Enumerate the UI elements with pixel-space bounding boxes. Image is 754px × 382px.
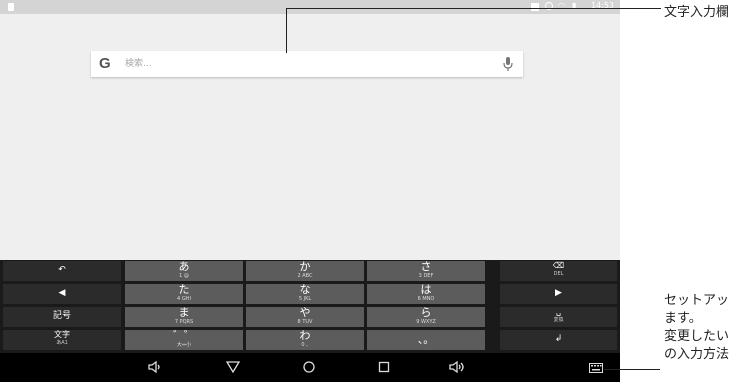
delete-key[interactable]: ⌫ DEL bbox=[500, 261, 617, 281]
keyboard-row: ◀ た 4 GHI な 5 JKL は 6 MNO ▶ bbox=[0, 283, 620, 305]
search-input[interactable] bbox=[125, 56, 465, 72]
space-icon: ␣ bbox=[555, 307, 562, 316]
callout-label-input-field: 文字入力欄 bbox=[664, 5, 730, 20]
key-ya[interactable]: や 8 TUV bbox=[246, 307, 364, 327]
callout-line bbox=[604, 369, 660, 370]
input-mode-key[interactable]: 文字 あA1 bbox=[3, 330, 121, 350]
key-a[interactable]: あ 1 @ bbox=[125, 261, 243, 281]
notification-icon bbox=[531, 3, 539, 11]
keyboard-icon[interactable] bbox=[589, 363, 603, 373]
back-icon[interactable] bbox=[226, 360, 240, 374]
status-bar: ◠ ▮ 14:53 bbox=[0, 0, 620, 14]
tablet-screen: ◠ ▮ 14:53 G ↶ あ 1 @ か 2 ABC bbox=[0, 0, 620, 382]
google-logo: G bbox=[99, 55, 111, 72]
key-ma[interactable]: ま 7 PQRS bbox=[125, 307, 243, 327]
cursor-right-icon: ▶ bbox=[555, 288, 562, 298]
navigation-bar bbox=[0, 353, 620, 382]
callout-line bbox=[286, 8, 287, 53]
symbol-key[interactable]: 記号 bbox=[3, 307, 121, 327]
recents-icon[interactable] bbox=[377, 360, 391, 374]
volume-up-icon[interactable] bbox=[448, 360, 466, 374]
key-ra[interactable]: ら 9 WXYZ bbox=[367, 307, 485, 327]
undo-key[interactable]: ↶ bbox=[3, 261, 121, 281]
sd-card-icon bbox=[8, 3, 14, 11]
key-dakuten[interactable]: ゛゜ 大⇔小 bbox=[125, 330, 243, 350]
mic-icon[interactable] bbox=[501, 56, 515, 72]
undo-icon: ↶ bbox=[58, 265, 66, 275]
convert-key[interactable]: ␣ 変換 bbox=[500, 307, 617, 327]
cursor-left-key[interactable]: ◀ bbox=[3, 284, 121, 304]
search-bar[interactable]: G bbox=[91, 51, 523, 77]
callout-line bbox=[286, 8, 661, 9]
backspace-icon: ⌫ bbox=[552, 261, 565, 270]
callout-label-input-method: セットアッ ます。 変更したい の入力方法 bbox=[664, 293, 730, 362]
volume-down-icon[interactable] bbox=[147, 360, 163, 374]
cursor-right-key[interactable]: ▶ bbox=[500, 284, 617, 304]
enter-key[interactable]: ↲ bbox=[500, 330, 617, 350]
japanese-keyboard: ↶ あ 1 @ か 2 ABC さ 3 DEF ⌫ DEL ◀ た 4 GHI … bbox=[0, 260, 620, 353]
key-wa[interactable]: わ 0 ､ bbox=[246, 330, 364, 350]
key-punctuation[interactable]: 、。 bbox=[367, 330, 485, 350]
key-ka[interactable]: か 2 ABC bbox=[246, 261, 364, 281]
keyboard-row: ↶ あ 1 @ か 2 ABC さ 3 DEF ⌫ DEL bbox=[0, 260, 620, 282]
keyboard-row: 記号 ま 7 PQRS や 8 TUV ら 9 WXYZ ␣ 変換 bbox=[0, 306, 620, 328]
cursor-left-icon: ◀ bbox=[58, 288, 66, 298]
home-icon[interactable] bbox=[302, 360, 316, 374]
enter-icon: ↲ bbox=[554, 334, 563, 344]
key-na[interactable]: な 5 JKL bbox=[246, 284, 364, 304]
key-ta[interactable]: た 4 GHI bbox=[125, 284, 243, 304]
key-ha[interactable]: は 6 MNO bbox=[367, 284, 485, 304]
key-sa[interactable]: さ 3 DEF bbox=[367, 261, 485, 281]
keyboard-row: 文字 あA1 ゛゜ 大⇔小 わ 0 ､ 、。 ↲ bbox=[0, 329, 620, 351]
